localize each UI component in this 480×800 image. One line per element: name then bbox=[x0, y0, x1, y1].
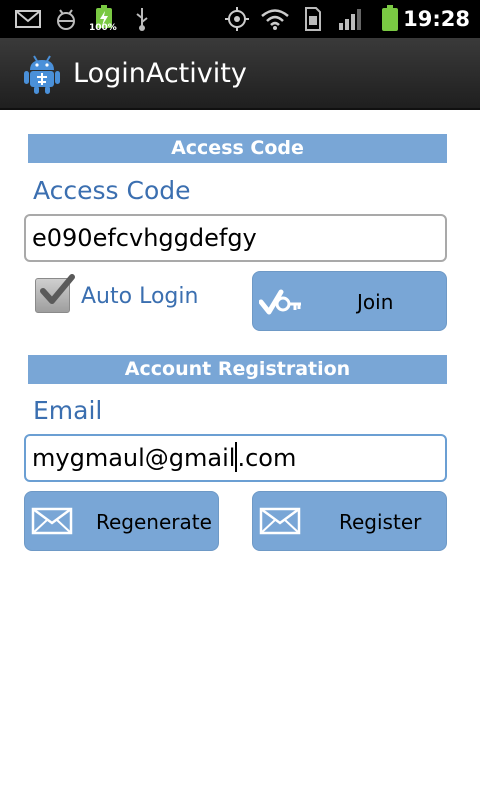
gps-icon bbox=[223, 0, 251, 38]
signal-strength-icon bbox=[337, 0, 365, 38]
auto-login-checkbox[interactable] bbox=[35, 274, 75, 313]
auto-login-label: Auto Login bbox=[81, 284, 199, 309]
checkmark-icon bbox=[40, 274, 75, 304]
join-button[interactable]: Join bbox=[252, 271, 447, 331]
battery-icon bbox=[378, 0, 402, 38]
access-code-section-header: Access Code bbox=[28, 134, 447, 163]
access-code-label: Access Code bbox=[33, 176, 191, 205]
sim-card-icon bbox=[302, 0, 324, 38]
action-bar: LoginActivity bbox=[0, 38, 480, 110]
regenerate-button-label: Regenerate bbox=[96, 510, 212, 534]
usb-icon bbox=[130, 0, 154, 38]
access-code-value: e090efcvhggdefgy bbox=[32, 224, 257, 252]
access-code-input[interactable]: e090efcvhggdefgy bbox=[24, 214, 447, 262]
email-input[interactable]: mygmaul@gmail.com bbox=[24, 434, 447, 482]
register-button[interactable]: Register bbox=[252, 491, 447, 551]
email-label: Email bbox=[33, 396, 103, 425]
regenerate-button[interactable]: Regenerate bbox=[24, 491, 219, 551]
debug-icon bbox=[52, 0, 80, 38]
account-registration-section-header: Account Registration bbox=[28, 355, 447, 384]
email-value-start: mygmaul@gmail bbox=[32, 444, 236, 472]
envelope-icon bbox=[31, 506, 73, 540]
register-button-label: Register bbox=[339, 510, 422, 534]
envelope-icon bbox=[259, 506, 301, 540]
android-app-icon bbox=[20, 52, 64, 96]
battery-percent: 100% bbox=[89, 23, 117, 33]
clock: 19:28 bbox=[403, 7, 470, 31]
key-icon bbox=[258, 286, 303, 322]
gmail-icon bbox=[14, 0, 42, 38]
status-bar: 100% 19:28 bbox=[0, 0, 480, 38]
wifi-icon bbox=[259, 0, 291, 38]
activity-title: LoginActivity bbox=[73, 58, 247, 89]
email-value-end: .com bbox=[237, 444, 297, 472]
join-button-label: Join bbox=[357, 290, 394, 314]
